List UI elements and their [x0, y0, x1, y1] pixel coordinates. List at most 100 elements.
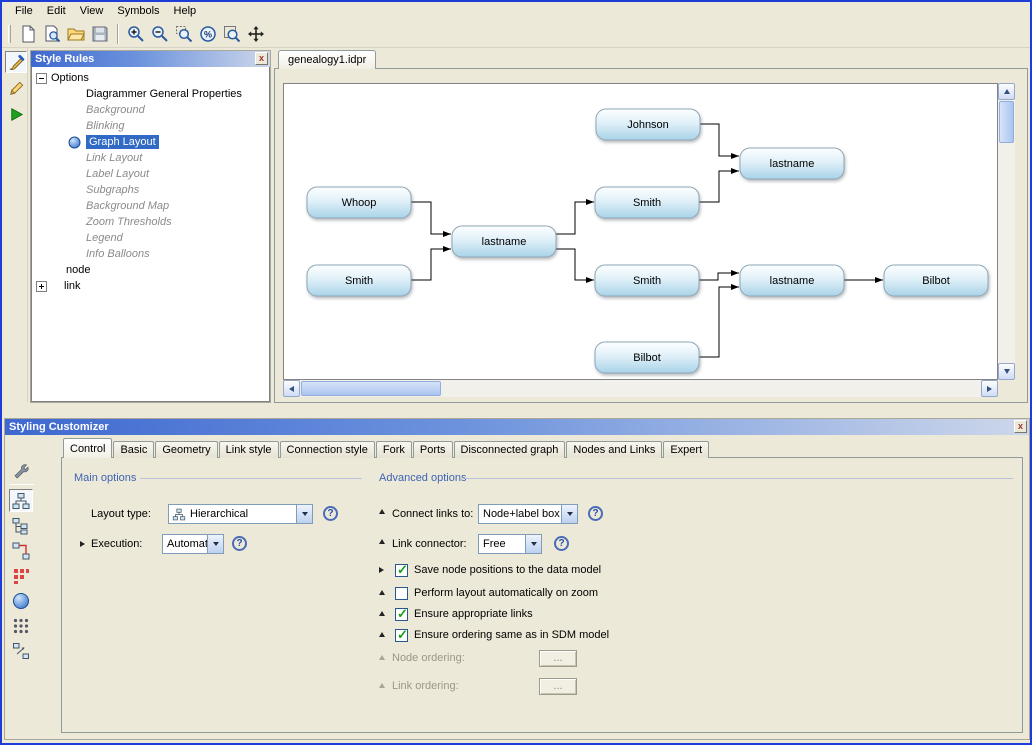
layout-table-button[interactable]	[9, 564, 33, 587]
ensure-appropriate-links-checkbox[interactable]	[395, 608, 408, 621]
vertical-scroll-thumb[interactable]	[999, 101, 1014, 143]
connect-links-select[interactable]: Node+label box	[478, 504, 578, 524]
toolbar-grip[interactable]	[8, 25, 11, 43]
new-document-button[interactable]	[16, 22, 39, 45]
tree-item-subgraphs[interactable]: Subgraphs	[32, 182, 269, 198]
horizontal-scroll-thumb[interactable]	[301, 381, 441, 396]
zoom-in-button[interactable]	[124, 22, 147, 45]
layout-type-help-button[interactable]: ?	[323, 506, 338, 521]
collapse-marker-up-icon[interactable]	[379, 632, 385, 637]
layout-link-button[interactable]	[9, 539, 33, 562]
tree-item-background[interactable]: Background	[32, 102, 269, 118]
diagram-node[interactable]: Smith	[307, 265, 411, 296]
collapse-marker-up-icon[interactable]	[379, 611, 385, 616]
menu-edit[interactable]: Edit	[40, 4, 73, 18]
tree-item-node[interactable]: node	[32, 262, 269, 278]
save-node-positions-checkbox[interactable]	[395, 564, 408, 577]
link-smith-lastname[interactable]	[411, 249, 451, 280]
expand-marker-right-icon[interactable]	[379, 567, 384, 573]
combo-dropdown-button[interactable]	[525, 535, 541, 553]
vertical-scrollbar[interactable]	[998, 83, 1015, 380]
tab-link-style[interactable]: Link style	[219, 441, 279, 458]
layout-circular-button[interactable]	[9, 589, 33, 612]
combo-dropdown-button[interactable]	[561, 505, 577, 523]
tree-item-background-map[interactable]: Background Map	[32, 198, 269, 214]
collapse-expander-icon[interactable]	[36, 73, 47, 84]
link-bilbot-lastname[interactable]	[699, 287, 739, 357]
tree-item-label-layout[interactable]: Label Layout	[32, 166, 269, 182]
tab-genealogy1[interactable]: genealogy1.idpr	[278, 50, 376, 69]
diagram-node[interactable]: lastname	[740, 148, 844, 179]
menu-view[interactable]: View	[73, 4, 111, 18]
tab-fork[interactable]: Fork	[376, 441, 412, 458]
tab-disconnected-graph[interactable]: Disconnected graph	[454, 441, 566, 458]
scroll-left-button[interactable]	[283, 380, 300, 397]
diagram-node[interactable]: Bilbot	[884, 265, 988, 296]
link-smith-lastname-lower[interactable]	[699, 273, 739, 280]
styling-customizer-close-button[interactable]: x	[1014, 420, 1027, 433]
scroll-up-button[interactable]	[998, 83, 1015, 100]
execution-help-button[interactable]: ?	[232, 536, 247, 551]
link-connector-help-button[interactable]: ?	[554, 536, 569, 551]
layout-grid-button[interactable]	[9, 614, 33, 637]
pan-button[interactable]	[244, 22, 267, 45]
styling-customizer-titlebar[interactable]: Styling Customizer x	[5, 419, 1029, 435]
tab-expert[interactable]: Expert	[663, 441, 709, 458]
scroll-right-button[interactable]	[981, 380, 998, 397]
layout-hierarchical-button[interactable]	[9, 489, 33, 512]
ensure-ordering-checkbox[interactable]	[395, 629, 408, 642]
link-smith-lastname-top[interactable]	[699, 171, 739, 202]
diagram-node[interactable]: Smith	[595, 265, 699, 296]
save-button[interactable]	[88, 22, 111, 45]
layout-type-select[interactable]: Hierarchical	[168, 504, 313, 524]
tree-item-options[interactable]: Options	[32, 70, 269, 86]
connect-links-help-button[interactable]: ?	[588, 506, 603, 521]
style-rules-titlebar[interactable]: Style Rules x	[31, 51, 270, 67]
diagram-node[interactable]: lastname	[452, 226, 556, 257]
style-brush-button[interactable]	[5, 51, 27, 73]
expand-expander-icon[interactable]	[36, 281, 47, 292]
tree-item-legend[interactable]: Legend	[32, 230, 269, 246]
link-lastname-smith-upper[interactable]	[556, 202, 594, 234]
perform-layout-on-zoom-checkbox[interactable]	[395, 587, 408, 600]
zoom-out-button[interactable]	[148, 22, 171, 45]
tab-nodes-and-links[interactable]: Nodes and Links	[566, 441, 662, 458]
menu-help[interactable]: Help	[167, 4, 204, 18]
layout-random-button[interactable]	[9, 639, 33, 662]
collapse-marker-up-icon[interactable]	[379, 590, 385, 595]
tab-basic[interactable]: Basic	[113, 441, 154, 458]
menu-file[interactable]: File	[8, 4, 40, 18]
link-connector-select[interactable]: Free	[478, 534, 542, 554]
tree-item-diagrammer-general-properties[interactable]: Diagrammer General Properties	[32, 86, 269, 102]
tree-item-link[interactable]: link	[32, 278, 269, 294]
execution-select[interactable]: Automatic	[162, 534, 224, 554]
diagram-node[interactable]: Whoop	[307, 187, 411, 218]
print-preview-button[interactable]	[40, 22, 63, 45]
node-ordering-button[interactable]: ...	[539, 650, 577, 667]
zoom-area-button[interactable]	[172, 22, 195, 45]
menu-symbols[interactable]: Symbols	[110, 4, 166, 18]
link-lastname-smith-lower[interactable]	[556, 249, 594, 280]
tree-item-blinking[interactable]: Blinking	[32, 118, 269, 134]
tab-control[interactable]: Control	[63, 438, 112, 458]
collapse-marker-up-icon[interactable]	[379, 539, 385, 544]
fit-contents-button[interactable]	[220, 22, 243, 45]
diagram-node[interactable]: Bilbot	[595, 342, 699, 373]
tree-item-graph-layout[interactable]: Graph Layout	[32, 134, 269, 150]
tree-item-zoom-thresholds[interactable]: Zoom Thresholds	[32, 214, 269, 230]
tree-item-info-balloons[interactable]: Info Balloons	[32, 246, 269, 262]
customizer-tool-button[interactable]	[9, 459, 33, 482]
link-johnson-lastname[interactable]	[700, 124, 739, 156]
diagram-node[interactable]: Smith	[595, 187, 699, 218]
symbol-pencil-button[interactable]	[5, 77, 27, 99]
zoom-percent-button[interactable]: %	[196, 22, 219, 45]
diagram-node[interactable]: Johnson	[596, 109, 700, 140]
link-ordering-button[interactable]: ...	[539, 678, 577, 695]
combo-dropdown-button[interactable]	[296, 505, 312, 523]
tab-geometry[interactable]: Geometry	[155, 441, 217, 458]
collapse-marker-up-icon[interactable]	[379, 509, 385, 514]
style-rules-close-button[interactable]: x	[255, 52, 268, 65]
diagram-node[interactable]: lastname	[740, 265, 844, 296]
link-whoop-lastname[interactable]	[411, 202, 451, 234]
combo-dropdown-button[interactable]	[207, 535, 223, 553]
